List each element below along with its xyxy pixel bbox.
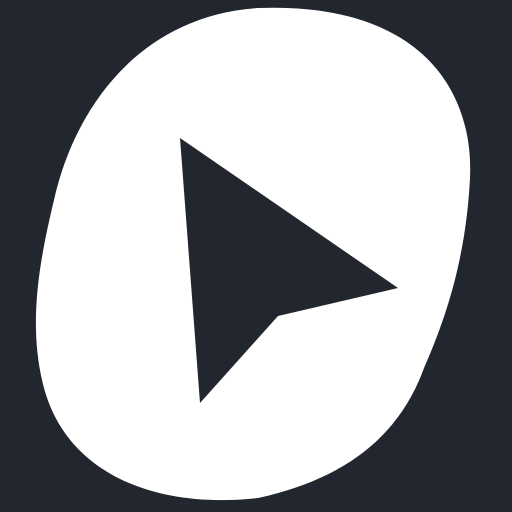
app-icon: [0, 0, 512, 512]
